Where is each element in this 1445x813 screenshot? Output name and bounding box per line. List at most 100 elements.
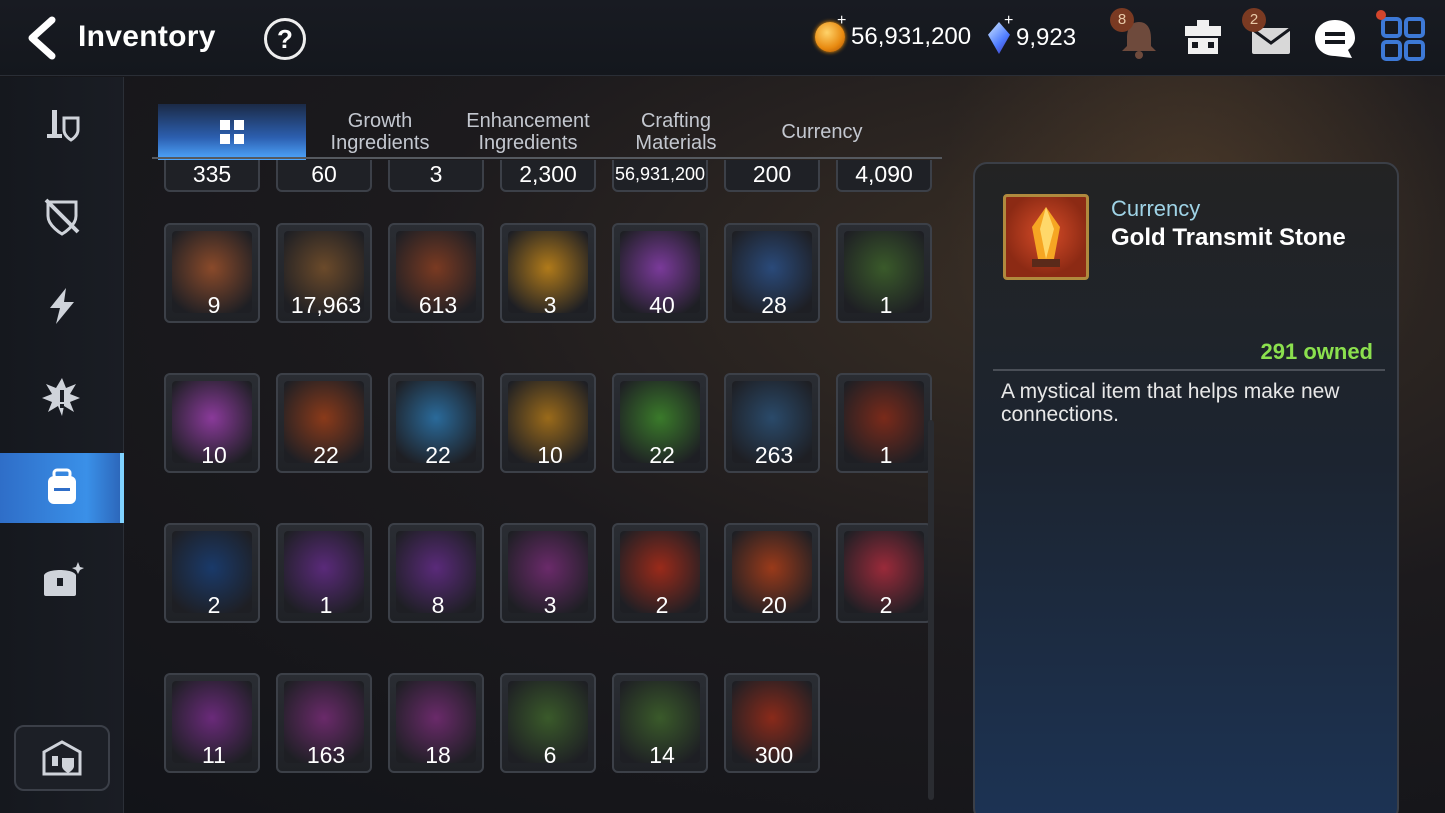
item-slot[interactable]: 6 (500, 673, 596, 773)
item-slot[interactable]: 9 (164, 223, 260, 323)
sidebar-item-inventory[interactable] (0, 453, 124, 523)
item-slot[interactable]: 14 (612, 673, 708, 773)
mail-icon[interactable]: 2 (1242, 8, 1294, 62)
item-slot[interactable]: 1 (836, 223, 932, 323)
item-name: Gold Transmit Stone (1111, 224, 1346, 251)
page-title: Inventory (78, 20, 216, 53)
item-quantity: 22 (313, 442, 339, 468)
sidebar-item-catalyst[interactable] (0, 361, 124, 431)
item-slot-partial[interactable]: 4,090 (836, 160, 932, 192)
item-quantity: 20 (761, 592, 787, 618)
skill-icon (50, 288, 74, 324)
item-slot-partial[interactable]: 2,300 (500, 160, 596, 192)
item-slot[interactable]: 2 (164, 523, 260, 623)
guild-storage-button[interactable] (14, 725, 110, 791)
item-slot[interactable]: 300 (724, 673, 820, 773)
item-slot-partial[interactable]: 335 (164, 160, 260, 192)
tab-crafting-materials[interactable]: Crafting Materials (602, 104, 750, 160)
gold-amount: 56,931,200 (851, 23, 972, 50)
item-quantity: 6 (543, 742, 557, 768)
gold-transmit-stone-icon (1003, 194, 1089, 280)
item-slot-partial[interactable]: 60 (276, 160, 372, 192)
item-slot[interactable]: 22 (276, 373, 372, 473)
item-slot-partial[interactable]: 56,931,200 (612, 160, 708, 192)
item-slot[interactable]: 2 (836, 523, 932, 623)
sidebar (0, 77, 124, 813)
item-grid: 335 60 3 2,300 56,931,200 200 4,090 9 17,963 613 3… (150, 160, 940, 813)
tab-all[interactable] (158, 104, 306, 160)
item-quantity: 300 (754, 742, 794, 768)
item-slot[interactable]: 3 (500, 523, 596, 623)
mail-badge: 2 (1242, 8, 1266, 32)
item-quantity: 3 (543, 592, 557, 618)
item-quantity: 14 (649, 742, 675, 768)
equipment-icon (47, 110, 80, 142)
item-slot[interactable]: 28 (724, 223, 820, 323)
sidebar-item-unequip[interactable] (0, 181, 124, 251)
item-quantity: 17,963 (290, 292, 362, 318)
item-slot[interactable]: 8 (388, 523, 484, 623)
item-quantity: 613 (418, 292, 458, 318)
category-tabs: Growth Ingredients Enhancement Ingredien… (158, 104, 942, 160)
item-slot[interactable]: 3 (500, 223, 596, 323)
item-slot[interactable]: 40 (612, 223, 708, 323)
item-slot[interactable]: 10 (164, 373, 260, 473)
item-slot[interactable]: 613 (388, 223, 484, 323)
item-slot[interactable]: 10 (500, 373, 596, 473)
tab-growth-ingredients[interactable]: Growth Ingredients (306, 104, 454, 160)
back-arrow-icon[interactable] (22, 14, 62, 62)
item-slot[interactable]: 22 (388, 373, 484, 473)
tab-currency[interactable]: Currency (748, 104, 896, 160)
item-quantity: 2 (207, 592, 221, 618)
chat-icon[interactable] (1312, 16, 1358, 62)
item-quantity: 2 (879, 592, 893, 618)
plus-icon: + (837, 12, 847, 29)
item-quantity: 8 (431, 592, 445, 618)
item-quantity: 28 (761, 292, 787, 318)
shop-icon[interactable] (1180, 16, 1226, 62)
item-slot[interactable]: 1 (276, 523, 372, 623)
chest-icon (44, 562, 84, 596)
plus-icon: + (1004, 12, 1014, 29)
item-detail-panel: Currency Gold Transmit Stone 291 owned A… (973, 162, 1399, 813)
tab-enhancement-ingredients[interactable]: Enhancement Ingredients (454, 104, 602, 160)
item-slot[interactable]: 20 (724, 523, 820, 623)
item-quantity: 18 (425, 742, 451, 768)
grid-scrollbar[interactable] (928, 420, 934, 800)
sidebar-item-equipment[interactable] (0, 91, 124, 161)
item-quantity: 1 (879, 292, 893, 318)
notification-badge: 8 (1110, 8, 1134, 32)
castle-icon (42, 740, 82, 776)
menu-alert-dot (1376, 10, 1386, 20)
item-slot-partial[interactable]: 200 (724, 160, 820, 192)
gold-currency[interactable]: + 56,931,200 (815, 12, 972, 52)
help-icon[interactable]: ? (264, 18, 306, 60)
item-slot[interactable]: 11 (164, 673, 260, 773)
sidebar-item-skill[interactable] (0, 271, 124, 341)
grid-menu-icon[interactable] (1376, 10, 1426, 62)
item-slot[interactable]: 2 (612, 523, 708, 623)
item-slot[interactable]: 263 (724, 373, 820, 473)
gem-currency[interactable]: + 9,923 (988, 12, 1076, 54)
item-slot[interactable]: 18 (388, 673, 484, 773)
bell-icon[interactable]: 8 (1110, 8, 1162, 62)
item-slot[interactable]: 1 (836, 373, 932, 473)
item-quantity: 22 (425, 442, 451, 468)
top-bar: Inventory ? + 56,931,200 + 9,923 8 2 (0, 0, 1445, 76)
item-quantity: 3 (543, 292, 557, 318)
item-quantity: 263 (754, 442, 794, 468)
item-slot[interactable]: 163 (276, 673, 372, 773)
sidebar-item-chest[interactable] (0, 545, 124, 615)
item-quantity: 1 (879, 442, 893, 468)
item-slot[interactable]: 22 (612, 373, 708, 473)
item-quantity: 11 (202, 742, 226, 768)
item-slot-partial[interactable]: 3 (388, 160, 484, 192)
detail-divider (993, 369, 1385, 371)
item-slot[interactable]: 17,963 (276, 223, 372, 323)
item-description: A mystical item that helps make new conn… (1001, 380, 1340, 426)
item-quantity: 1 (319, 592, 333, 618)
grid-all-icon (220, 120, 244, 144)
item-quantity: 163 (306, 742, 346, 768)
item-quantity: 22 (649, 442, 675, 468)
item-quantity: 10 (201, 442, 227, 468)
